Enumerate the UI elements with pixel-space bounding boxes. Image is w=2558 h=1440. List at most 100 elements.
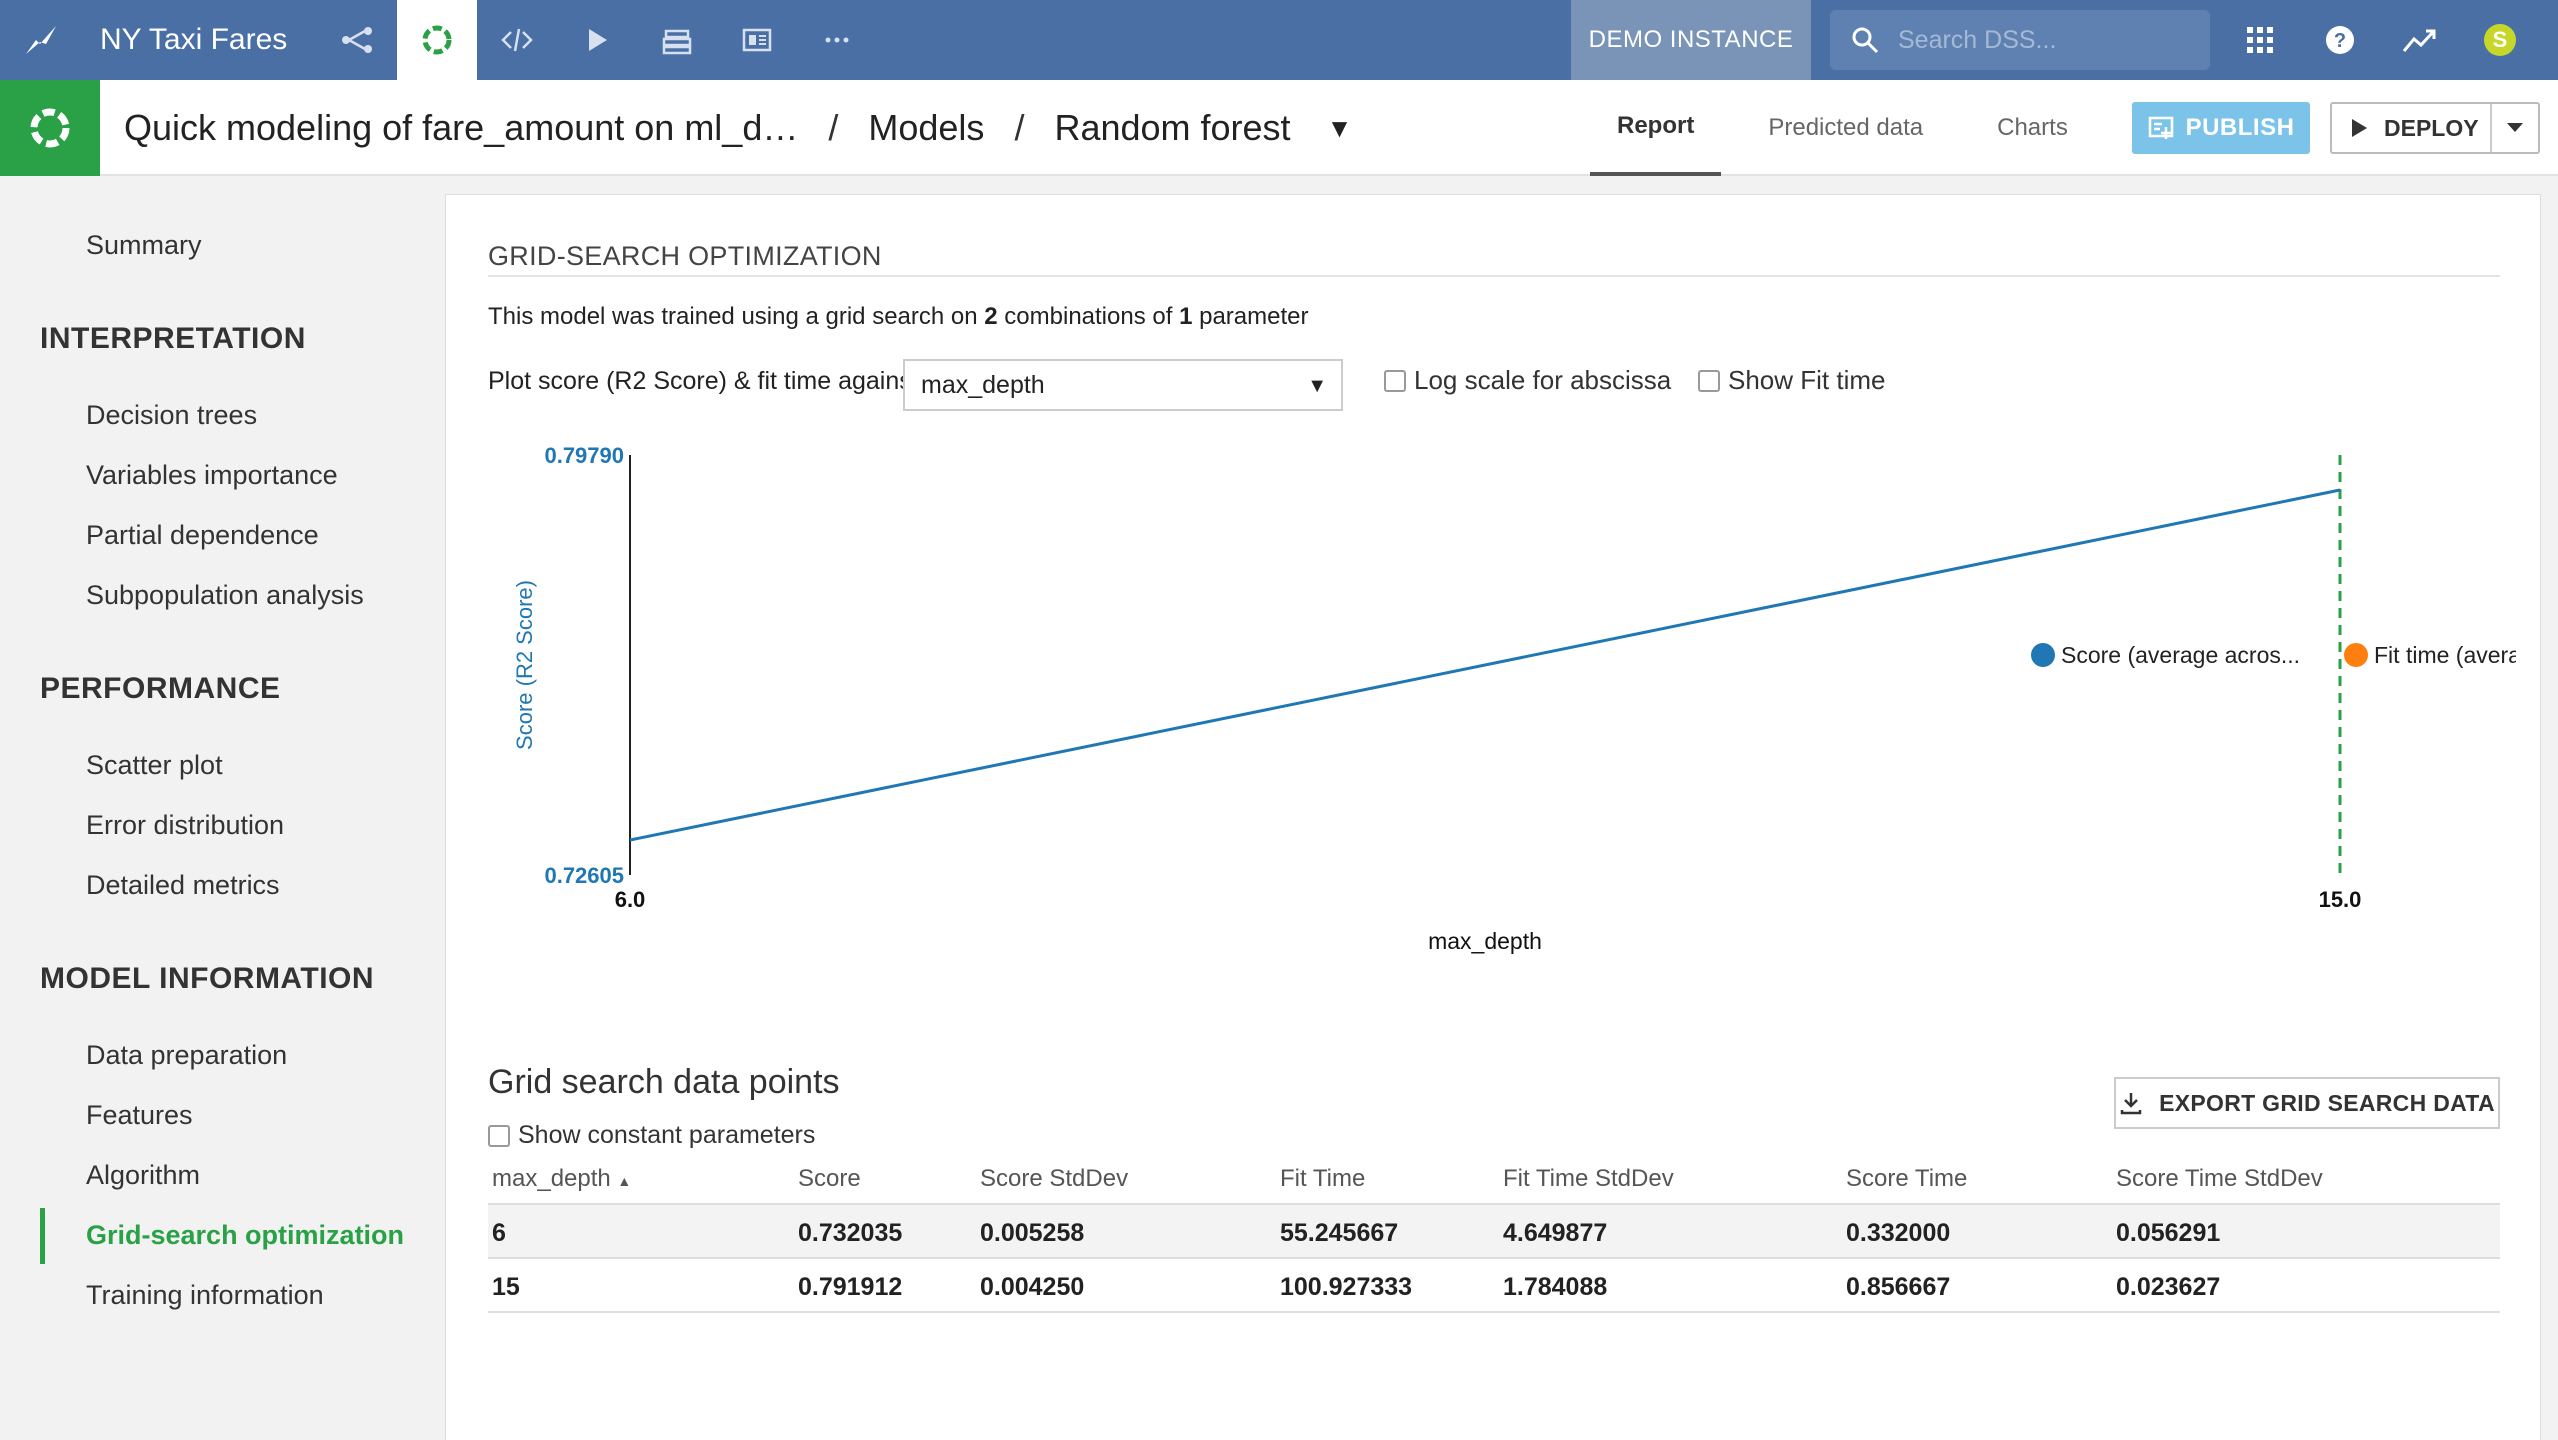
breadcrumb-model[interactable]: Random forest [1054, 107, 1290, 149]
legend-label: Score (average acros... [2061, 642, 2300, 668]
show-fit-time-checkbox[interactable]: Show Fit time [1698, 365, 1886, 396]
y-tick-label-min: 0.72605 [544, 863, 624, 888]
checkbox-box[interactable] [1384, 369, 1406, 392]
show-constant-parameters-checkbox[interactable]: Show constant parameters [488, 1121, 815, 1150]
cell-fit-time: 55.245667 [1280, 1219, 1399, 1247]
col-score[interactable]: Score [798, 1165, 861, 1193]
play-icon [2352, 119, 2367, 137]
section-title: GRID-SEARCH OPTIMIZATION [488, 241, 882, 271]
demo-instance-badge: DEMO INSTANCE [1571, 0, 1811, 80]
col-max-depth[interactable]: max_depth ▲ [492, 1165, 631, 1193]
deploy-button[interactable]: DEPLOY [2330, 102, 2540, 154]
grid-search-table: max_depth ▲ Score Score StdDev Fit Time … [488, 1153, 2500, 1313]
model-lab-icon [0, 80, 100, 176]
flow-icon[interactable] [317, 0, 397, 80]
sidebar-item-features[interactable]: Features [86, 1100, 193, 1131]
export-grid-search-button[interactable]: EXPORT GRID SEARCH DATA [2114, 1077, 2500, 1129]
plot-against-label: Plot score (R2 Score) & fit time against [488, 367, 919, 395]
col-score-stddev[interactable]: Score StdDev [980, 1165, 1128, 1193]
sidebar-item-summary[interactable]: Summary [86, 230, 202, 261]
sidebar-item-grid-search-optimization[interactable]: Grid-search optimization [86, 1220, 404, 1251]
svg-text:?: ? [2334, 30, 2346, 52]
cell-max-depth: 15 [492, 1273, 520, 1301]
sidebar-item-detailed-metrics[interactable]: Detailed metrics [86, 870, 280, 901]
sidebar-section-interpretation: INTERPRETATION [40, 322, 306, 355]
sidebar-item-partial-dependence[interactable]: Partial dependence [86, 520, 319, 551]
publish-button[interactable]: PUBLISH [2132, 102, 2310, 154]
cell-score: 0.791912 [798, 1273, 903, 1301]
stack-icon[interactable] [637, 0, 717, 80]
tab-predicted-data[interactable]: Predicted data [1741, 80, 1950, 176]
avatar-letter: S [2492, 27, 2508, 52]
sidebar-item-variables-importance[interactable]: Variables importance [86, 460, 338, 491]
model-header-bar: Quick modeling of fare_amount on ml_d… /… [0, 80, 2558, 176]
sidebar-item-data-preparation[interactable]: Data preparation [86, 1040, 287, 1071]
chevron-down-icon[interactable]: ▼ [1327, 113, 1353, 144]
breadcrumb-separator: / [1014, 107, 1025, 148]
code-icon[interactable] [477, 0, 557, 80]
y-axis-label: Score (R2 Score) [512, 580, 537, 750]
col-score-time[interactable]: Score Time [1846, 1165, 1967, 1193]
deploy-main[interactable]: DEPLOY [2332, 104, 2492, 152]
deploy-dropdown-chevron-icon[interactable] [2492, 122, 2538, 134]
col-fit-time[interactable]: Fit Time [1280, 1165, 1365, 1193]
legend-label: Fit time (average ac... [2374, 642, 2516, 668]
grid-data-title: Grid search data points [488, 1063, 840, 1101]
user-avatar[interactable]: S [2460, 0, 2540, 80]
checkbox-box[interactable] [1698, 369, 1720, 392]
cell-fit-time-stddev: 4.649877 [1503, 1219, 1608, 1247]
tab-charts[interactable]: Charts [1970, 80, 2095, 176]
col-fit-time-stddev[interactable]: Fit Time StdDev [1503, 1165, 1674, 1193]
cell-fit-time: 100.927333 [1280, 1273, 1413, 1301]
sidebar-item-algorithm[interactable]: Algorithm [86, 1160, 200, 1191]
activity-trend-icon[interactable] [2380, 0, 2460, 80]
legend-marker [2031, 643, 2055, 667]
show-fit-time-label: Show Fit time [1728, 365, 1886, 395]
cell-score-stddev: 0.005258 [980, 1219, 1085, 1247]
cell-score-time-stddev: 0.056291 [2116, 1219, 2221, 1247]
sidebar-item-error-distribution[interactable]: Error distribution [86, 810, 284, 841]
show-constant-parameters-label: Show constant parameters [518, 1121, 816, 1149]
model-tabs: Report Predicted data Charts [1590, 80, 2115, 176]
log-scale-checkbox[interactable]: Log scale for abscissa [1384, 365, 1671, 396]
apps-grid-icon[interactable] [2220, 0, 2300, 80]
dataiku-logo-icon[interactable] [0, 0, 80, 80]
search-input[interactable] [1898, 25, 2198, 55]
more-icon[interactable] [797, 0, 877, 80]
cell-score-time: 0.332000 [1846, 1219, 1951, 1247]
log-scale-label: Log scale for abscissa [1414, 365, 1672, 395]
help-icon[interactable]: ? [2300, 0, 2380, 80]
grid-search-description: This model was trained using a grid sear… [488, 303, 1309, 330]
cell-fit-time-stddev: 1.784088 [1503, 1273, 1608, 1301]
breadcrumb-models[interactable]: Models [868, 107, 984, 149]
col-score-time-stddev[interactable]: Score Time StdDev [2116, 1165, 2323, 1193]
search-icon [1852, 27, 1879, 54]
publish-label: PUBLISH [2185, 114, 2295, 141]
sidebar-item-subpopulation-analysis[interactable]: Subpopulation analysis [86, 580, 364, 611]
run-icon[interactable] [557, 0, 637, 80]
search-box[interactable] [1830, 10, 2210, 70]
sidebar-item-decision-trees[interactable]: Decision trees [86, 400, 257, 431]
sidebar-item-training-information[interactable]: Training information [86, 1280, 324, 1311]
combinations-count: 2 [984, 303, 998, 330]
grid-search-panel: GRID-SEARCH OPTIMIZATION This model was … [445, 194, 2541, 1440]
export-label: EXPORT GRID SEARCH DATA [2159, 1089, 2495, 1116]
sidebar-item-scatter-plot[interactable]: Scatter plot [86, 750, 223, 781]
chevron-down-icon: ▼ [1307, 375, 1327, 397]
sort-ascending-icon: ▲ [617, 1173, 632, 1189]
top-navbar: NY Taxi Fares DEMO INSTANCE ? S [0, 0, 2558, 80]
parameters-count: 1 [1179, 303, 1193, 330]
breadcrumb-analysis[interactable]: Quick modeling of fare_amount on ml_d… [124, 107, 798, 149]
project-name[interactable]: NY Taxi Fares [100, 23, 287, 57]
x-tick-label: 15.0 [2319, 887, 2362, 912]
dashboard-icon[interactable] [717, 0, 797, 80]
report-sidebar: Summary INTERPRETATION Decision trees Va… [0, 178, 440, 1440]
cell-score-time-stddev: 0.023627 [2116, 1273, 2221, 1301]
checkbox-box[interactable] [488, 1124, 510, 1147]
table-row: 6 0.732035 0.005258 55.245667 4.649877 0… [488, 1205, 2500, 1259]
lab-icon[interactable] [397, 0, 478, 80]
plot-parameter-select[interactable]: max_depth ▼ [903, 359, 1343, 411]
sidebar-section-performance: PERFORMANCE [40, 672, 281, 705]
cell-score-stddev: 0.004250 [980, 1273, 1085, 1301]
tab-report[interactable]: Report [1590, 80, 1722, 176]
